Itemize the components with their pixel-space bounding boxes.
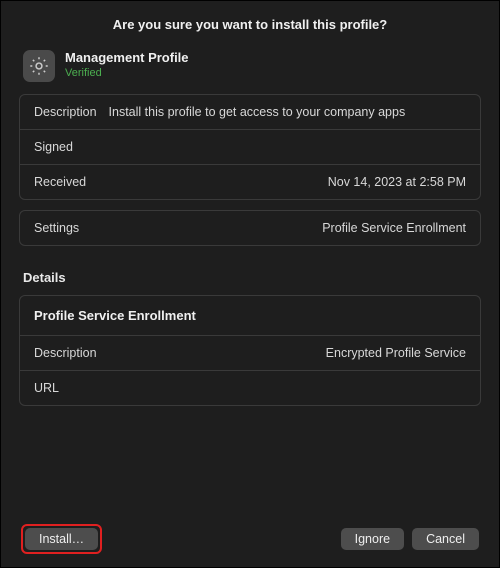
- settings-panel: Settings Profile Service Enrollment: [19, 210, 481, 246]
- dialog-content: Management Profile Verified Description …: [1, 50, 499, 406]
- profile-name-block: Management Profile Verified: [65, 50, 189, 79]
- cancel-button[interactable]: Cancel: [412, 528, 479, 550]
- ignore-button[interactable]: Ignore: [341, 528, 404, 550]
- signed-label: Signed: [34, 140, 73, 154]
- install-profile-dialog: Are you sure you want to install this pr…: [0, 0, 500, 568]
- dialog-footer: Install… Ignore Cancel: [1, 511, 499, 567]
- profile-header: Management Profile Verified: [19, 50, 481, 82]
- description-label: Description: [34, 105, 97, 119]
- row-settings: Settings Profile Service Enrollment: [20, 211, 480, 245]
- dialog-title: Are you sure you want to install this pr…: [1, 1, 499, 50]
- install-highlight: Install…: [21, 524, 102, 554]
- row-details-url: URL: [20, 371, 480, 405]
- details-panel-title: Profile Service Enrollment: [20, 296, 480, 336]
- profile-status: Verified: [65, 67, 189, 79]
- info-panel: Description Install this profile to get …: [19, 94, 481, 200]
- row-signed: Signed: [20, 130, 480, 165]
- details-url-label: URL: [34, 381, 59, 395]
- settings-value: Profile Service Enrollment: [91, 221, 466, 235]
- gear-icon: [23, 50, 55, 82]
- description-value: Install this profile to get access to yo…: [109, 105, 466, 119]
- settings-label: Settings: [34, 221, 79, 235]
- details-heading: Details: [19, 256, 481, 295]
- details-description-value: Encrypted Profile Service: [109, 346, 466, 360]
- install-button[interactable]: Install…: [25, 528, 98, 550]
- received-label: Received: [34, 175, 86, 189]
- row-details-description: Description Encrypted Profile Service: [20, 336, 480, 371]
- profile-name: Management Profile: [65, 50, 189, 67]
- details-description-label: Description: [34, 346, 97, 360]
- details-panel: Profile Service Enrollment Description E…: [19, 295, 481, 406]
- received-value: Nov 14, 2023 at 2:58 PM: [98, 175, 466, 189]
- row-description: Description Install this profile to get …: [20, 95, 480, 130]
- row-received: Received Nov 14, 2023 at 2:58 PM: [20, 165, 480, 199]
